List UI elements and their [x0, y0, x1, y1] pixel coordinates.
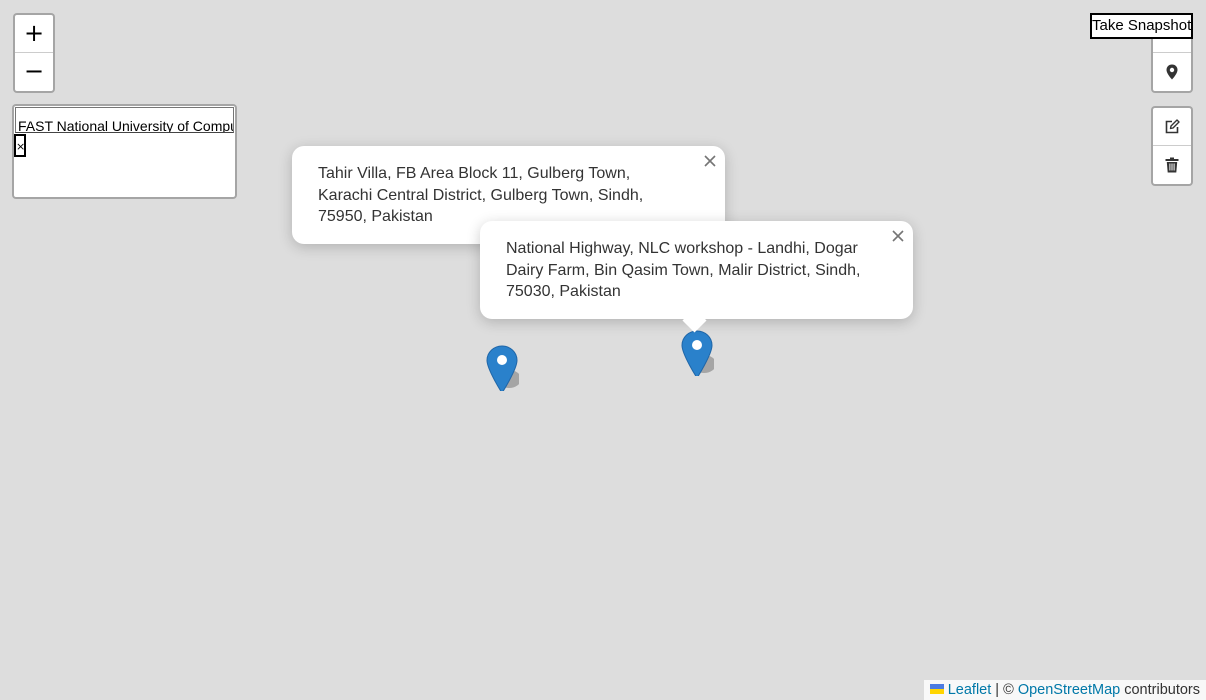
edit-layers-button[interactable] — [1153, 108, 1191, 146]
address-popup: National Highway, NLC workshop - Landhi,… — [480, 221, 913, 319]
take-snapshot-button[interactable]: Take Snapshot — [1090, 13, 1193, 39]
map-container[interactable]: + − × Take Snapshot — [0, 0, 1206, 700]
openstreetmap-link[interactable]: OpenStreetMap — [1018, 682, 1120, 698]
leaflet-link[interactable]: Leaflet — [929, 682, 992, 698]
zoom-control: + − — [13, 13, 55, 93]
close-icon[interactable] — [891, 229, 905, 243]
edit-icon — [1165, 118, 1180, 133]
close-icon[interactable] — [703, 154, 717, 168]
search-cancel-button[interactable]: × — [14, 134, 26, 157]
attribution-suffix: contributors — [1120, 682, 1200, 698]
locate-button[interactable] — [1153, 53, 1191, 90]
map-pin-icon — [1166, 64, 1178, 79]
zoom-in-button[interactable]: + — [15, 15, 53, 53]
ukraine-flag-icon — [929, 684, 944, 694]
attribution-separator: | © — [991, 682, 1018, 698]
popup-content: Tahir Villa, FB Area Block 11, Gulberg T… — [318, 165, 644, 225]
map-marker-icon[interactable] — [680, 330, 714, 376]
zoom-out-button[interactable]: − — [15, 53, 53, 90]
search-panel: × — [12, 104, 237, 199]
delete-layers-button[interactable] — [1153, 146, 1191, 183]
attribution: Leaflet | © OpenStreetMap contributors — [923, 680, 1206, 700]
popup-content: National Highway, NLC workshop - Landhi,… — [506, 240, 861, 300]
draw-toolbar — [1151, 106, 1193, 186]
leaflet-label: Leaflet — [947, 682, 992, 698]
map-marker-icon[interactable] — [485, 345, 519, 391]
trash-icon — [1165, 157, 1179, 172]
search-input[interactable] — [15, 107, 234, 133]
